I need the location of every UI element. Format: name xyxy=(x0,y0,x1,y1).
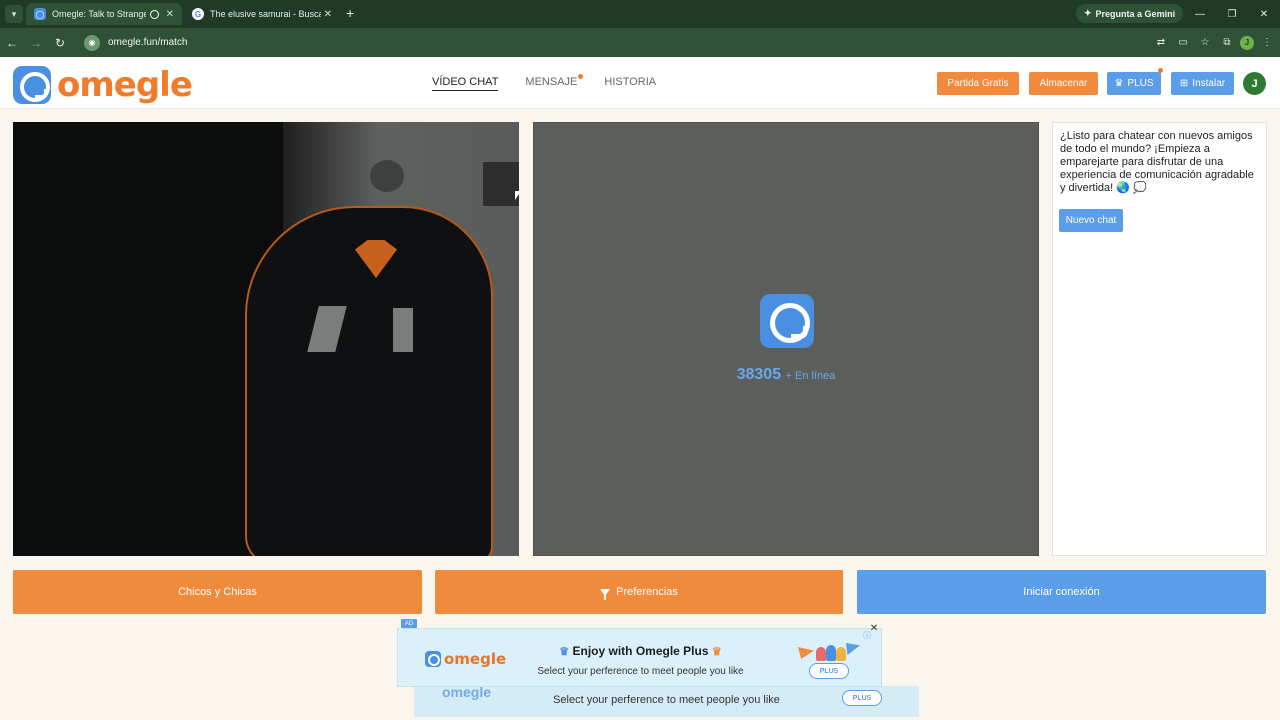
mouse-cursor-icon xyxy=(515,191,519,200)
notification-dot xyxy=(1158,68,1163,73)
main-nav: VÍDEO CHAT MENSAJE HISTORIA xyxy=(432,74,656,91)
crown-icon: ♛ xyxy=(559,646,570,658)
tab-title: Omegle: Talk to Strangers! ( xyxy=(52,9,146,19)
ad-headline: Enjoy with Omegle Plus xyxy=(572,644,709,658)
new-chat-button[interactable]: Nuevo chat xyxy=(1059,209,1123,232)
site-header: omegle VÍDEO CHAT MENSAJE HISTORIA Parti… xyxy=(0,57,1280,109)
toolbar-icons: ⇄ ▭ ☆ ⧉ J ⋮ xyxy=(1152,32,1280,53)
stranger-video-panel: 38305 + En línea xyxy=(533,122,1039,556)
close-icon[interactable]: ✕ xyxy=(324,9,332,20)
nav-messages[interactable]: MENSAJE xyxy=(525,74,584,91)
url-field[interactable]: ◉ omegle.fun/match xyxy=(80,32,1130,53)
online-count: 38305 xyxy=(736,366,782,383)
ad-banner-back[interactable]: omegle Select your perference to meet pe… xyxy=(414,684,919,717)
cast-icon[interactable]: ▭ xyxy=(1174,34,1192,52)
close-window-icon[interactable]: ✕ xyxy=(1248,0,1280,28)
user-avatar[interactable]: J xyxy=(1243,72,1266,95)
omegle-logo-icon xyxy=(760,294,814,348)
site-info-icon[interactable]: ◉ xyxy=(84,34,100,51)
minimize-icon[interactable]: — xyxy=(1184,0,1216,28)
forward-icon[interactable]: → xyxy=(24,31,48,55)
omegle-favicon-icon: ◯ xyxy=(34,8,46,20)
ad-plus-pill: PLUS xyxy=(809,663,849,679)
close-icon[interactable]: ✕ xyxy=(166,9,174,20)
back-icon[interactable]: ← xyxy=(0,31,24,55)
close-icon[interactable]: ✕ xyxy=(869,623,879,634)
star-icon[interactable]: ☆ xyxy=(1196,34,1214,52)
menu-icon[interactable]: ⋮ xyxy=(1258,34,1276,52)
plus-button[interactable]: ♛ PLUS xyxy=(1107,68,1163,95)
plus-label: PLUS xyxy=(1127,78,1154,89)
notification-dot xyxy=(578,74,584,79)
install-label: Instalar xyxy=(1192,78,1226,89)
chat-panel: ¿Listo para chatear con nuevos amigos de… xyxy=(1052,122,1267,556)
preferences-button[interactable]: Preferencias xyxy=(435,570,843,614)
reload-icon[interactable]: ↻ xyxy=(48,31,72,55)
crown-icon: ♛ xyxy=(711,646,722,658)
google-favicon-icon: G xyxy=(192,8,204,20)
recording-icon xyxy=(149,9,159,19)
ad-banner[interactable]: omegle ♛ Enjoy with Omegle Plus ♛ Select… xyxy=(397,628,882,687)
ad-badge: AD xyxy=(401,619,417,628)
gemini-button[interactable]: ✦ Pregunta a Gemini xyxy=(1076,4,1184,23)
tab-search[interactable]: G The elusive samurai - Buscar co ✕ xyxy=(184,3,340,25)
sparkle-icon: ✦ xyxy=(1084,8,1092,18)
preferences-label: Preferencias xyxy=(616,586,678,598)
crown-icon: ♛ xyxy=(1114,78,1124,89)
nav-history[interactable]: HISTORIA xyxy=(604,76,656,91)
address-bar: ← → ↻ ◉ omegle.fun/match ⇄ ▭ ☆ ⧉ J ⋮ xyxy=(0,28,1280,57)
chevron-down-icon[interactable]: ▾ xyxy=(5,5,23,23)
filter-icon xyxy=(600,588,611,600)
gemini-label: Pregunta a Gemini xyxy=(1095,8,1176,19)
logo-text: omegle xyxy=(57,65,193,105)
nav-video-chat[interactable]: VÍDEO CHAT xyxy=(432,76,499,91)
omegle-logo-icon xyxy=(13,66,51,104)
welcome-message: ¿Listo para chatear con nuevos amigos de… xyxy=(1060,130,1254,194)
extensions-icon[interactable]: ⧉ xyxy=(1218,34,1236,52)
url-text: omegle.fun/match xyxy=(108,37,188,48)
nav-messages-label: MENSAJE xyxy=(525,76,578,88)
install-button[interactable]: ⊞ Instalar xyxy=(1171,72,1234,95)
omegle-logo[interactable]: omegle xyxy=(13,65,193,105)
free-match-button[interactable]: Partida Gratis xyxy=(937,72,1019,95)
store-button[interactable]: Almacenar xyxy=(1029,72,1098,95)
tab-title: The elusive samurai - Buscar co xyxy=(210,9,321,19)
online-label: + En línea xyxy=(785,370,836,382)
profile-avatar[interactable]: J xyxy=(1240,35,1254,50)
restore-icon[interactable]: ❐ xyxy=(1216,0,1248,28)
online-counter: 38305 + En línea xyxy=(534,366,1038,384)
browser-tab-bar: ▾ ◯ Omegle: Talk to Strangers! ( ✕ G The… xyxy=(0,0,1280,28)
new-tab-button[interactable]: + xyxy=(346,5,354,21)
local-camera-video xyxy=(13,122,519,556)
start-connection-button[interactable]: Iniciar conexión xyxy=(857,570,1266,614)
install-icon: ⊞ xyxy=(1179,78,1189,89)
window-controls: — ❐ ✕ xyxy=(1184,0,1280,28)
translate-icon[interactable]: ⇄ xyxy=(1152,34,1170,52)
gender-filter-button[interactable]: Chicos y Chicas xyxy=(13,570,422,614)
ad-plus-pill: PLUS xyxy=(842,690,882,706)
tab-omegle[interactable]: ◯ Omegle: Talk to Strangers! ( ✕ xyxy=(26,3,182,25)
